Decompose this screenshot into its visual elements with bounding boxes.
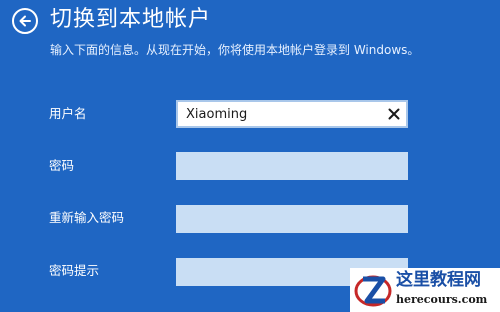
watermark-site-name: 这里教程网 bbox=[396, 270, 481, 290]
close-icon bbox=[388, 108, 400, 120]
page-subtitle: 输入下面的信息。从现在开始，你将使用本地帐户登录到 Windows。 bbox=[50, 43, 420, 57]
watermark-site-url: herecours.com bbox=[396, 293, 488, 306]
password-hint-label: 密码提示 bbox=[49, 263, 100, 278]
username-input[interactable] bbox=[176, 100, 408, 128]
page-title: 切换到本地帐户 bbox=[50, 7, 212, 32]
back-button[interactable] bbox=[12, 8, 38, 34]
password-label: 密码 bbox=[49, 158, 75, 173]
clear-username-button[interactable] bbox=[383, 103, 405, 125]
site-logo-icon bbox=[354, 275, 392, 307]
site-watermark: 这里教程网 herecours.com bbox=[350, 268, 500, 312]
password-input[interactable] bbox=[176, 152, 408, 180]
arrow-left-icon bbox=[19, 15, 31, 27]
username-label: 用户名 bbox=[49, 106, 87, 121]
confirm-password-label: 重新输入密码 bbox=[49, 210, 125, 225]
confirm-password-input[interactable] bbox=[176, 205, 408, 233]
